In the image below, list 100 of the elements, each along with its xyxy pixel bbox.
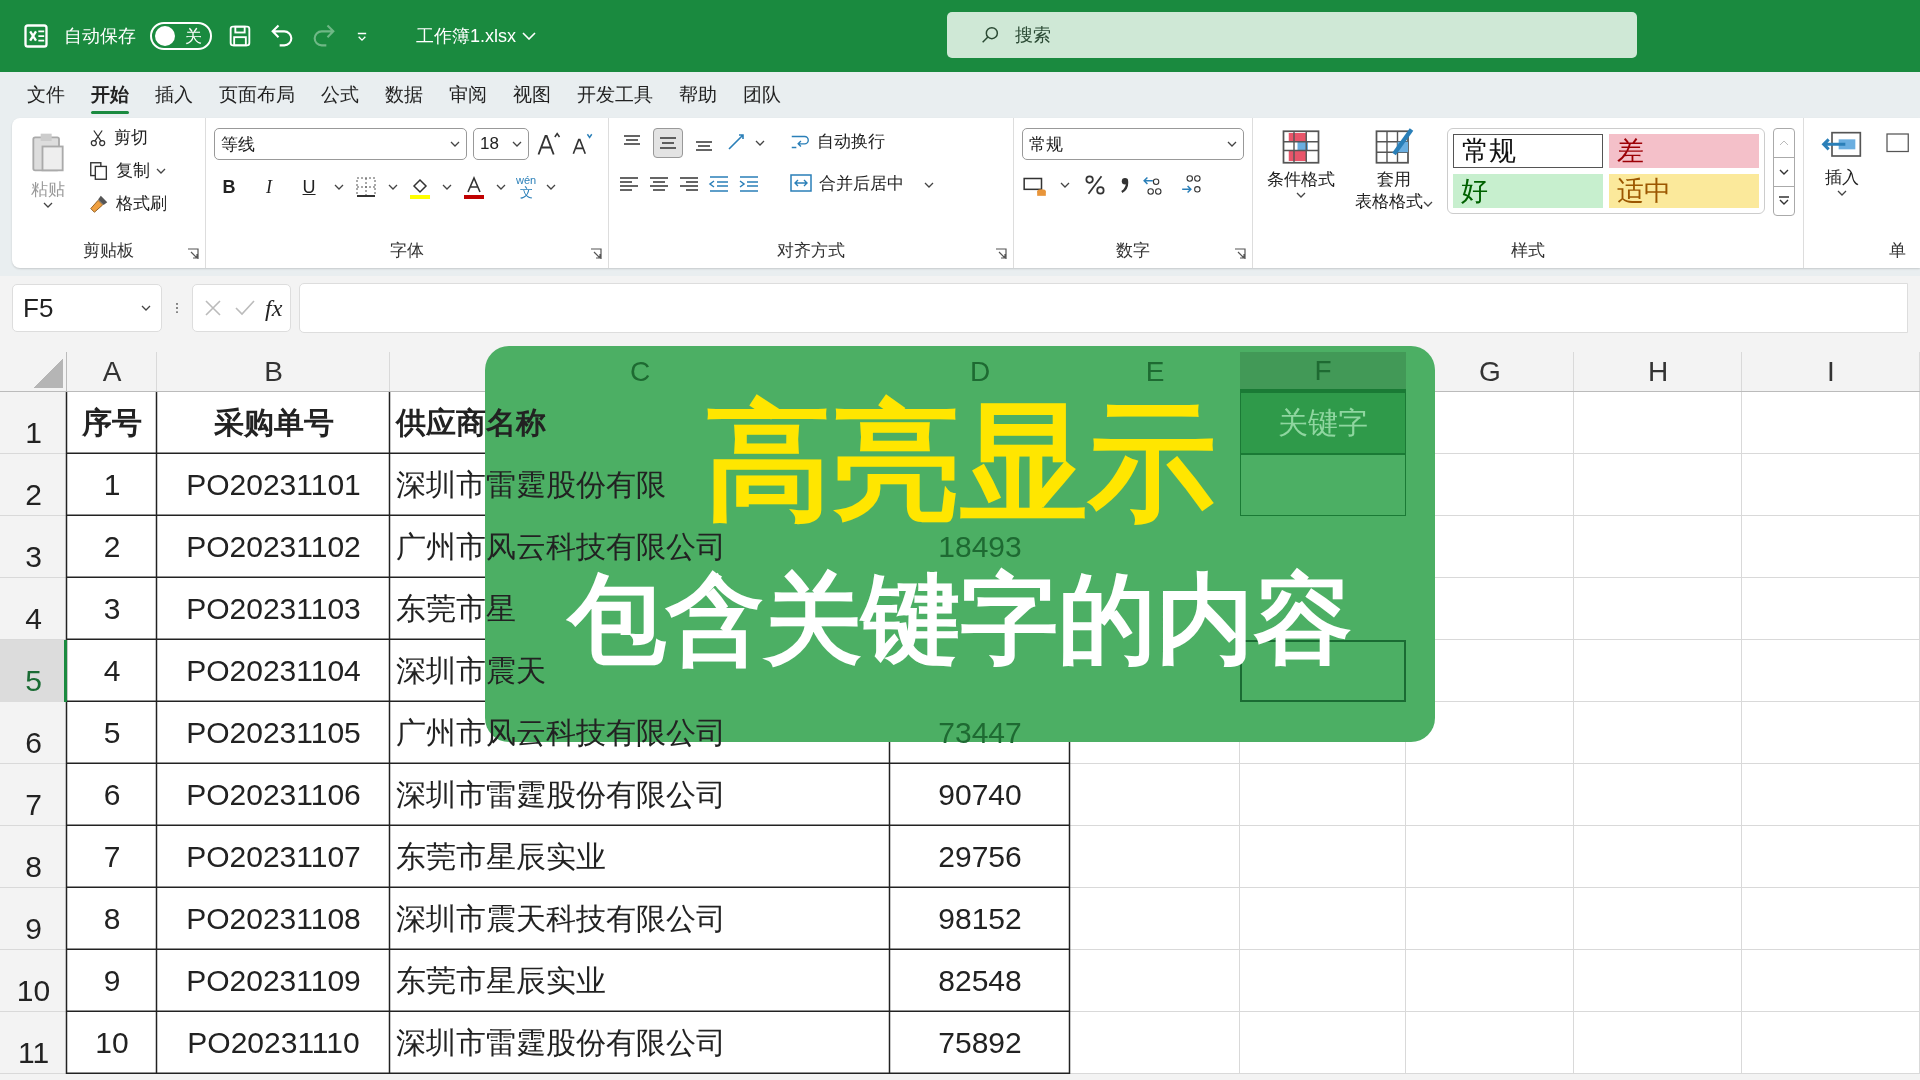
- dialog-launcher-icon[interactable]: [995, 248, 1007, 260]
- copy-button[interactable]: 复制: [84, 157, 171, 184]
- table-cell: 18493: [938, 530, 1022, 564]
- ribbon-tab[interactable]: 文件: [14, 76, 78, 114]
- ribbon-tab[interactable]: 视图: [500, 76, 564, 114]
- search-field[interactable]: 搜索: [947, 12, 1637, 58]
- wrap-text-button[interactable]: 自动换行: [785, 128, 939, 155]
- borders-icon: [354, 175, 379, 199]
- table-cell: PO20231108: [186, 902, 361, 936]
- table-cell-text: 东莞市星辰实业: [396, 838, 606, 875]
- caret-icon: [512, 141, 523, 147]
- percent-icon: [1082, 172, 1108, 198]
- ribbon-tab[interactable]: 开发工具: [564, 76, 666, 114]
- table-cell: PO20231107: [186, 840, 361, 874]
- table-cell: 2: [103, 530, 121, 564]
- ribbon-tab[interactable]: 数据: [372, 76, 436, 114]
- italic-button[interactable]: I: [254, 172, 285, 202]
- table-cell: PO20231109: [186, 964, 361, 998]
- row-header[interactable]: 3: [0, 516, 67, 578]
- caret-icon: [546, 184, 557, 190]
- table-cell: PO20231102: [186, 530, 361, 564]
- dialog-launcher-icon[interactable]: [590, 248, 603, 260]
- ribbon-tab[interactable]: 开始: [78, 76, 142, 114]
- row-header[interactable]: 10: [0, 950, 67, 1012]
- ribbon-tab[interactable]: 审阅: [436, 76, 500, 114]
- row-header[interactable]: 9: [0, 888, 67, 950]
- group-label: 数字: [1116, 240, 1150, 262]
- caret-icon: [388, 184, 399, 190]
- font-size-dropdown[interactable]: 18: [473, 128, 530, 160]
- name-box[interactable]: F5: [12, 284, 162, 332]
- column-header[interactable]: B: [157, 352, 390, 392]
- underline-button[interactable]: U: [294, 172, 325, 202]
- autosave-label: 自动保存: [64, 25, 136, 48]
- gallery-scroller[interactable]: [1773, 128, 1795, 216]
- ribbon-tab[interactable]: 团队: [730, 76, 794, 114]
- caret-icon: [156, 167, 166, 174]
- dialog-launcher-icon[interactable]: [187, 248, 200, 260]
- table-cell-text: 采购单号: [213, 404, 334, 441]
- table-cell: 29756: [938, 840, 1022, 874]
- row-header[interactable]: 6: [0, 702, 67, 764]
- row-header[interactable]: 1: [0, 392, 67, 454]
- table-cell: PO20231105: [186, 716, 361, 750]
- ribbon-tab[interactable]: 公式: [308, 76, 372, 114]
- formula-input[interactable]: [299, 283, 1908, 333]
- table-cell: 6: [103, 778, 121, 812]
- table-cell: 10: [95, 1026, 129, 1060]
- cell-style-swatch[interactable]: 好: [1453, 174, 1603, 208]
- group-label: 单: [1888, 240, 1906, 262]
- row-header[interactable]: 2: [0, 454, 67, 516]
- table-cell: 98152: [938, 902, 1022, 936]
- conditional-formatting-button[interactable]: 条件格式: [1261, 124, 1341, 238]
- table-cell: 75892: [938, 1026, 1022, 1060]
- row-header[interactable]: 5: [0, 640, 67, 702]
- caret-icon: [522, 32, 536, 40]
- cell-style-swatch[interactable]: 差: [1609, 134, 1759, 168]
- row-header[interactable]: 4: [0, 578, 67, 640]
- table-cell-text: 东莞市星辰实业: [396, 962, 606, 999]
- autosave-toggle[interactable]: 关: [150, 22, 212, 50]
- caret-icon: [442, 184, 453, 190]
- keyword-header-cell: 关键字: [1240, 392, 1406, 454]
- ribbon-tab[interactable]: 页面布局: [206, 76, 308, 114]
- font-name-dropdown[interactable]: 等线: [214, 128, 468, 160]
- cell-style-swatch[interactable]: 适中: [1609, 174, 1759, 208]
- cell-style-swatch[interactable]: 常规: [1453, 134, 1603, 168]
- row-header[interactable]: 11: [0, 1012, 67, 1074]
- insert-function-button[interactable]: fx: [265, 294, 283, 322]
- table-cell: 73447: [938, 716, 1022, 750]
- column-header[interactable]: A: [67, 352, 157, 392]
- column-header[interactable]: H: [1574, 352, 1742, 392]
- column-header[interactable]: G: [1406, 352, 1574, 392]
- insert-button[interactable]: 插入: [1812, 124, 1872, 198]
- table-cell: 90740: [938, 778, 1022, 812]
- cut-button[interactable]: 剪切: [84, 124, 171, 151]
- search-icon: [979, 24, 1001, 46]
- ribbon-tab[interactable]: 插入: [142, 76, 206, 114]
- keyword-input-cell[interactable]: [1240, 454, 1406, 516]
- format-painter-button[interactable]: 格式刷: [84, 190, 171, 217]
- group-label: 样式: [1511, 240, 1545, 262]
- table-cell: 4: [103, 654, 121, 688]
- table-cell: 5: [103, 716, 121, 750]
- caret-icon: [755, 140, 766, 146]
- dialog-launcher-icon[interactable]: [1234, 248, 1246, 260]
- column-header[interactable]: I: [1742, 352, 1920, 392]
- number-format-dropdown[interactable]: 常规: [1022, 128, 1244, 160]
- format-as-table-button[interactable]: 套用 表格格式: [1349, 124, 1439, 238]
- caret-icon: [1060, 182, 1070, 188]
- table-cell: 3: [103, 592, 121, 626]
- ribbon-tab[interactable]: 帮助: [666, 76, 730, 114]
- comma-style-icon: [1120, 177, 1130, 193]
- row-header[interactable]: 7: [0, 764, 67, 826]
- table-cell-text: 深圳市震天科技有限公司: [396, 900, 726, 937]
- lines-icon: [659, 135, 678, 151]
- merge-center-button[interactable]: 合并后居中: [785, 169, 939, 197]
- table-cell-text: 广州市风云科技有限公司: [396, 714, 726, 751]
- vertical-align-button[interactable]: [653, 128, 684, 158]
- bold-button[interactable]: B: [214, 172, 245, 202]
- table-cell: 7: [103, 840, 121, 874]
- row-header[interactable]: 8: [0, 826, 67, 888]
- file-name-button[interactable]: 工作簿1.xlsx: [416, 24, 536, 48]
- phonetic-guide-button[interactable]: wén 文: [516, 175, 537, 199]
